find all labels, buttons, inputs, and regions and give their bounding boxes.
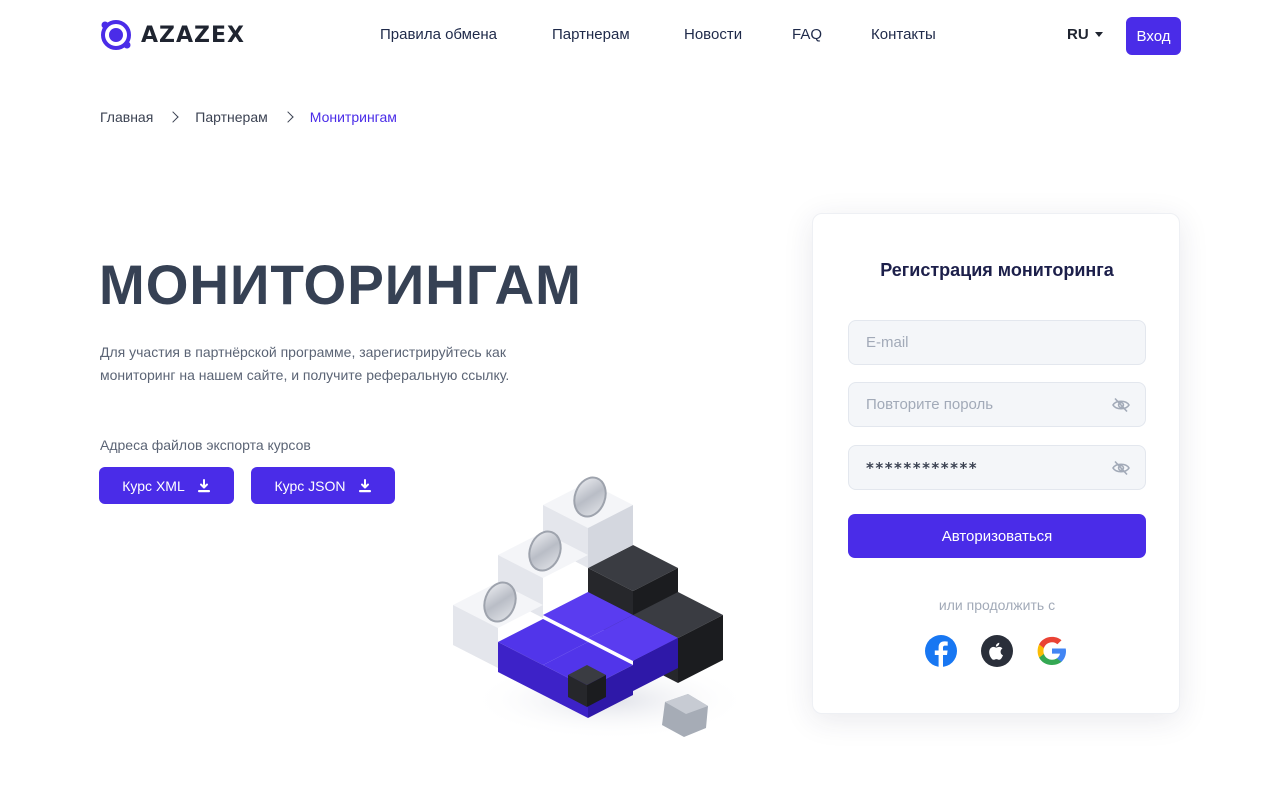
- eye-off-icon[interactable]: [1112, 397, 1130, 413]
- download-icon: [197, 478, 210, 492]
- download-icon: [358, 478, 371, 492]
- breadcrumb-current: Монитрингам: [309, 109, 397, 125]
- caret-down-icon: [1094, 32, 1103, 37]
- nav-contacts[interactable]: Контакты: [871, 26, 936, 43]
- logo-text: AZAZEX: [141, 22, 245, 48]
- logo[interactable]: AZAZEX: [99, 18, 245, 52]
- language-label: RU: [1067, 26, 1089, 43]
- apple-icon[interactable]: [980, 634, 1014, 668]
- xml-export-label: Курс XML: [122, 477, 185, 494]
- export-label: Адреса файлов экспорта курсов: [100, 437, 311, 453]
- hero-description: Для участия в партнёрской программе, зар…: [100, 344, 510, 383]
- breadcrumb-partners[interactable]: Партнерам: [195, 109, 267, 125]
- facebook-icon[interactable]: [924, 634, 958, 668]
- chevron-right-icon: [282, 111, 294, 123]
- email-input[interactable]: [849, 321, 1145, 364]
- registration-card: Регистрация мониторинга ************ Авт…: [812, 213, 1180, 714]
- page-title: МОНИТОРИНГАМ: [99, 253, 582, 316]
- xml-export-button[interactable]: Курс XML: [99, 467, 234, 504]
- repeat-password-input[interactable]: [849, 383, 1145, 426]
- nav-exchange-rules[interactable]: Правила обмена: [380, 26, 497, 43]
- header: AZAZEX Правила обмена Партнерам Новости …: [0, 0, 1280, 72]
- repeat-password-field[interactable]: [848, 382, 1146, 427]
- breadcrumb: Главная Партнерам Монитрингам: [100, 109, 397, 125]
- chevron-right-icon: [167, 111, 179, 123]
- language-select[interactable]: RU: [1067, 26, 1103, 43]
- breadcrumb-home[interactable]: Главная: [100, 109, 153, 125]
- password-value: ************: [866, 459, 979, 477]
- email-field[interactable]: [848, 320, 1146, 365]
- logo-icon: [101, 20, 131, 50]
- nav-partners[interactable]: Партнерам: [552, 26, 630, 43]
- nav-faq[interactable]: FAQ: [792, 26, 822, 43]
- password-field[interactable]: ************: [848, 445, 1146, 490]
- login-button[interactable]: Вход: [1126, 17, 1181, 55]
- json-export-button[interactable]: Курс JSON: [251, 467, 395, 504]
- json-export-label: Курс JSON: [274, 477, 346, 494]
- authorize-button[interactable]: Авторизоваться: [848, 514, 1146, 558]
- eye-off-icon[interactable]: [1112, 460, 1130, 476]
- form-title: Регистрация мониторинга: [880, 260, 1114, 280]
- google-icon[interactable]: [1035, 634, 1069, 668]
- or-continue-label: или продолжить с: [938, 597, 1056, 613]
- blocks-illustration: [453, 476, 750, 740]
- nav-news[interactable]: Новости: [684, 26, 742, 43]
